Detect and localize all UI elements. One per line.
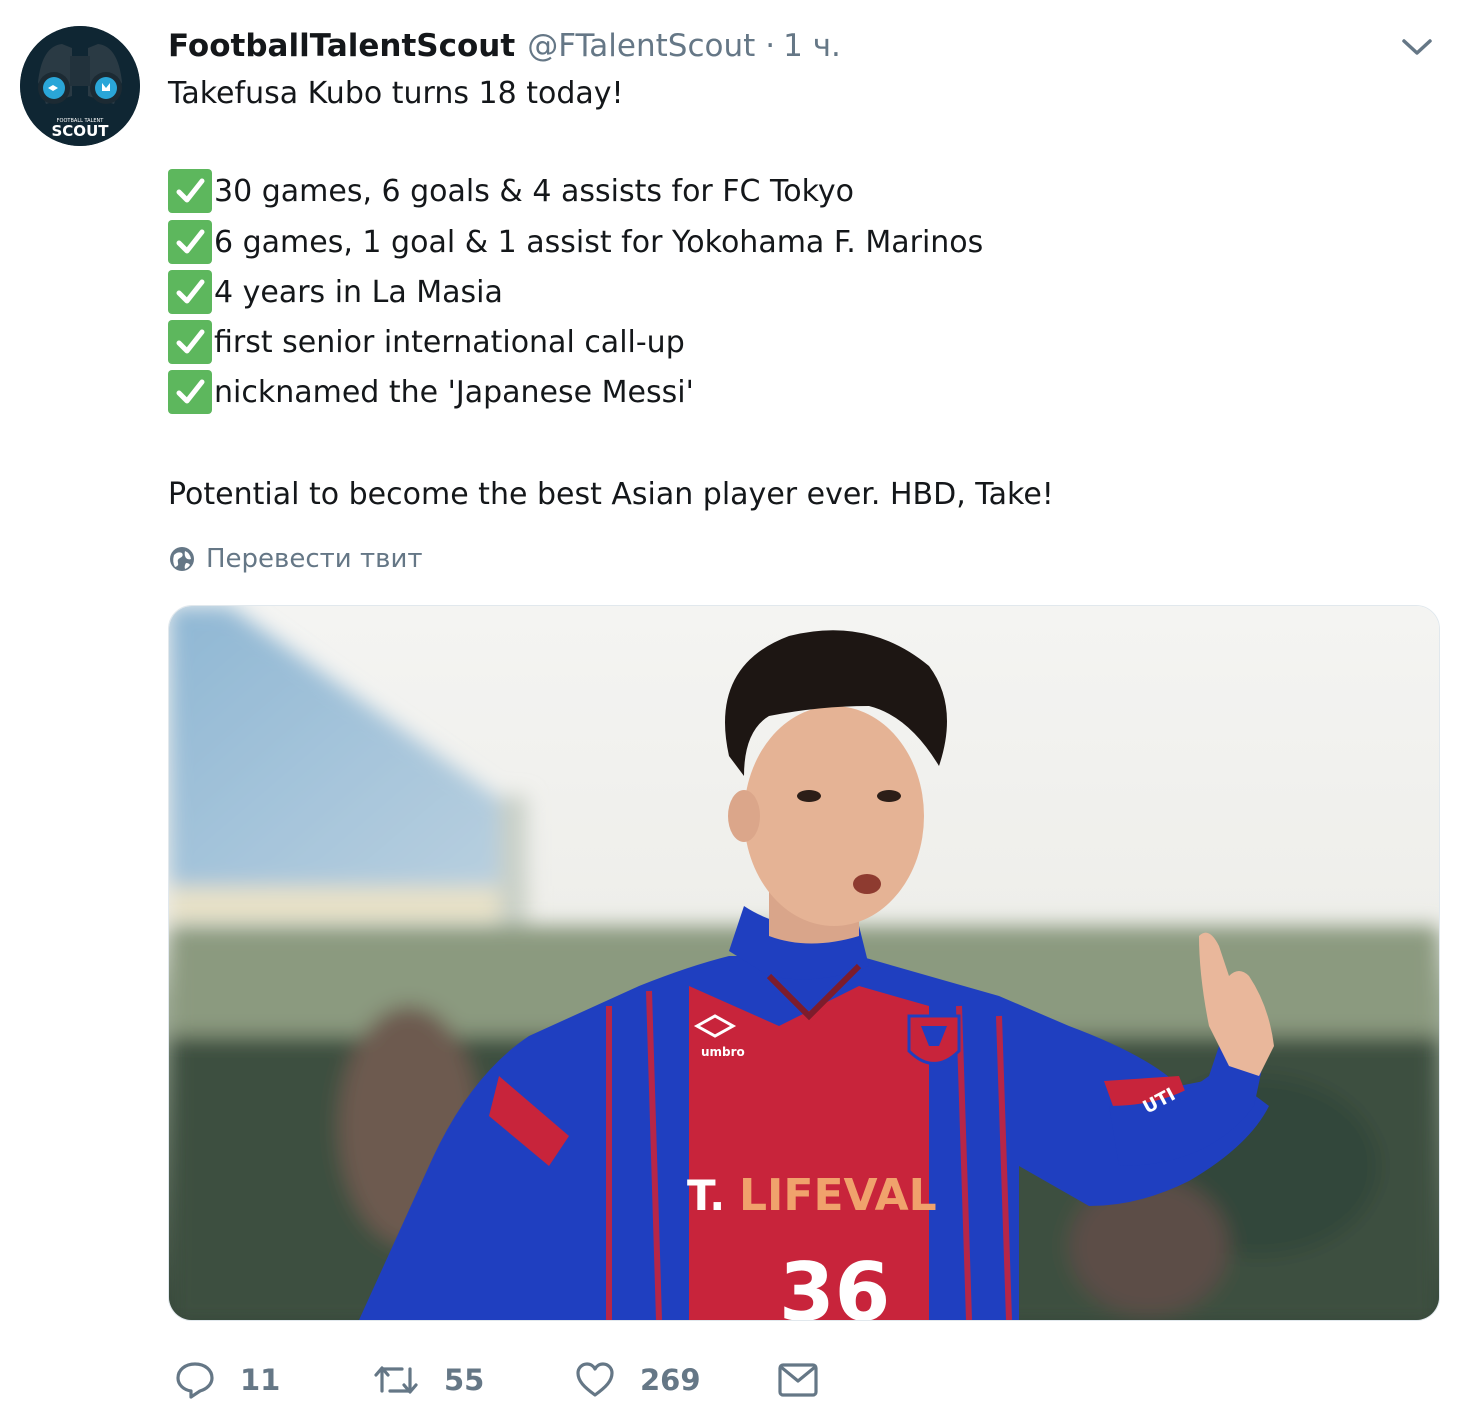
sponsor-prefix-text: T. — [687, 1171, 725, 1220]
tweet: FOOTBALL TALENT SCOUT FootballTalentScou… — [0, 0, 1460, 1412]
envelope-icon — [778, 1363, 818, 1397]
reply-icon — [176, 1362, 214, 1399]
chevron-down-icon[interactable] — [1396, 32, 1438, 62]
check-mark-icon — [168, 270, 212, 314]
display-name[interactable]: FootballTalentScout — [168, 28, 515, 64]
timestamp[interactable]: 1 ч. — [783, 28, 841, 64]
check-mark-icon — [168, 220, 212, 264]
retweet-icon — [374, 1366, 418, 1394]
check-mark-icon — [168, 169, 212, 213]
jersey-number-text: 36 — [779, 1246, 890, 1320]
checklist-item: first senior international call-up — [168, 317, 685, 367]
checklist-item: nicknamed the 'Japanese Messi' — [168, 367, 694, 417]
tweet-text-intro: Takefusa Kubo turns 18 today! — [168, 76, 624, 111]
retweet-button[interactable]: 55 — [372, 1350, 484, 1410]
translate-label: Перевести твит — [206, 544, 423, 574]
like-count: 269 — [640, 1363, 701, 1397]
retweet-count: 55 — [444, 1363, 485, 1397]
checklist-text: nicknamed the 'Japanese Messi' — [214, 374, 694, 410]
kit-brand-text: umbro — [701, 1045, 745, 1059]
direct-message-button[interactable] — [776, 1350, 820, 1410]
like-button[interactable]: 269 — [574, 1350, 701, 1410]
checklist-text: 6 games, 1 goal & 1 assist for Yokohama … — [214, 224, 984, 260]
globe-icon — [170, 547, 194, 571]
check-mark-icon — [168, 370, 212, 414]
checklist-text: 30 games, 6 goals & 4 assists for FC Tok… — [214, 173, 855, 209]
tweet-actions: 11 55 269 — [168, 1350, 868, 1410]
tweet-header: FootballTalentScout @FTalentScout · 1 ч. — [168, 28, 841, 68]
sponsor-text: LIFEVAL — [739, 1170, 937, 1221]
checklist-text: 4 years in La Masia — [214, 274, 503, 310]
tweet-photo[interactable]: umbro T. LIFEVAL 36 UTI — [168, 605, 1440, 1321]
separator-dot: · — [765, 28, 776, 64]
translate-tweet-link[interactable]: Перевести твит — [168, 541, 422, 577]
user-handle[interactable]: @FTalentScout — [527, 28, 755, 64]
checklist-item: 30 games, 6 goals & 4 assists for FC Tok… — [168, 166, 854, 216]
checklist-text: first senior international call-up — [214, 324, 685, 360]
avatar[interactable]: FOOTBALL TALENT SCOUT — [20, 26, 140, 146]
heart-icon — [576, 1362, 614, 1397]
avatar-scout-text: SCOUT — [52, 122, 110, 140]
check-mark-icon — [168, 320, 212, 364]
reply-count: 11 — [240, 1363, 281, 1397]
checklist-item: 4 years in La Masia — [168, 267, 503, 317]
checklist-item: 6 games, 1 goal & 1 assist for Yokohama … — [168, 217, 983, 267]
reply-button[interactable]: 11 — [174, 1350, 280, 1410]
tweet-text-outro: Potential to become the best Asian playe… — [168, 477, 1054, 512]
